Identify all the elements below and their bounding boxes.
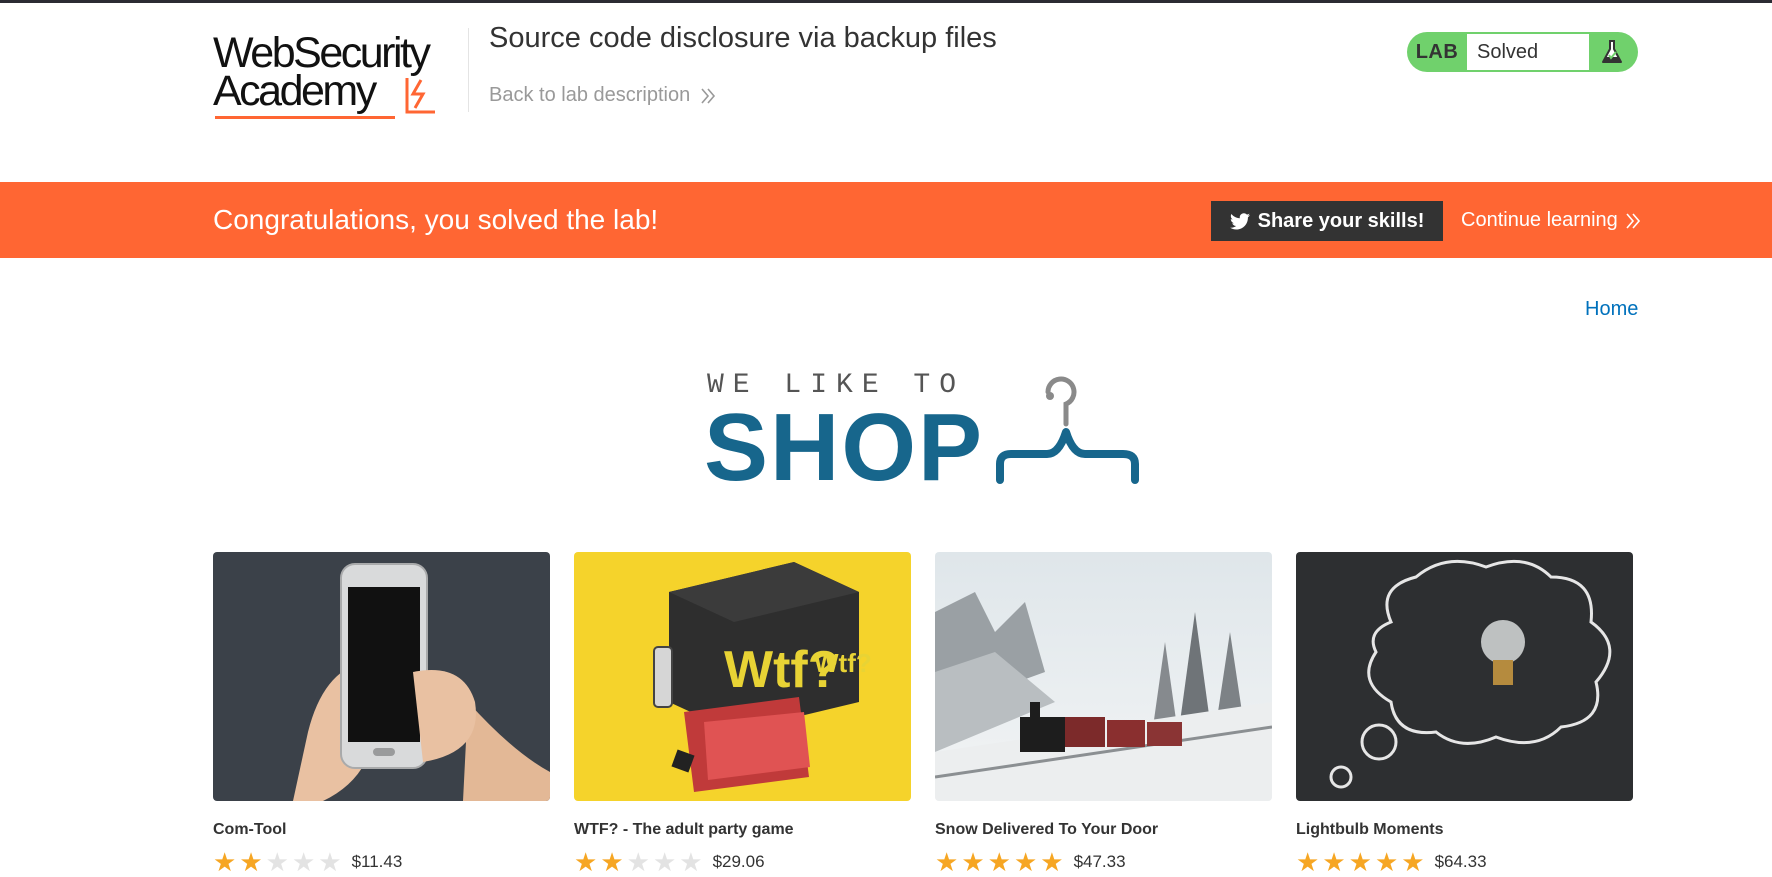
star-icon: ★	[679, 847, 703, 877]
shop-wordmark: SHOP	[704, 394, 985, 501]
star-icon: ★	[600, 847, 624, 877]
logo-text-line2: Academy	[213, 67, 377, 115]
lab-title: Source code disclosure via backup files	[489, 22, 997, 54]
product-image-com-tool[interactable]	[213, 552, 550, 801]
rating-stars: ★ ★ ★ ★ ★	[213, 849, 342, 875]
product-image-snow-train[interactable]	[935, 552, 1272, 801]
star-icon: ★	[987, 847, 1011, 877]
star-icon: ★	[652, 847, 677, 877]
star-icon: ★	[961, 847, 985, 877]
twitter-icon	[1229, 212, 1250, 229]
star-icon: ★	[626, 847, 650, 877]
star-icon: ★	[318, 847, 342, 877]
hanger-icon	[996, 376, 1139, 484]
product-card[interactable]: Wtf? Wtf? WTF? - The adult party game ★ …	[574, 552, 911, 875]
double-chevron-right-icon	[1626, 212, 1640, 229]
continue-learning-label: Continue learning	[1461, 209, 1618, 231]
product-price: $11.43	[351, 852, 403, 871]
product-name: WTF? - The adult party game	[574, 821, 794, 838]
star-icon: ★	[574, 847, 598, 877]
rating-stars: ★ ★ ★ ★ ★	[935, 849, 1064, 875]
lab-status-text: Solved	[1467, 34, 1589, 70]
double-chevron-right-icon	[701, 87, 716, 104]
congratulations-message: Congratulations, you solved the lab!	[213, 204, 659, 235]
product-price: $47.33	[1073, 852, 1126, 871]
continue-learning-link[interactable]: Continue learning	[1461, 209, 1640, 232]
rating-stars: ★ ★ ★ ★ ★	[1296, 849, 1425, 875]
share-button-label: Share your skills!	[1257, 209, 1425, 232]
star-icon: ★	[213, 847, 237, 877]
star-icon: ★	[1013, 847, 1038, 877]
product-price: $64.33	[1434, 852, 1487, 871]
lightning-bolt-icon	[405, 78, 435, 114]
product-image-wtf-game[interactable]: Wtf? Wtf?	[574, 552, 911, 801]
product-name: Snow Delivered To Your Door	[935, 821, 1159, 838]
lab-label: LAB	[1415, 40, 1459, 63]
lab-solved-banner: Congratulations, you solved the lab! Sha…	[0, 182, 1772, 258]
product-name: Lightbulb Moments	[1296, 821, 1444, 838]
product-card[interactable]: Snow Delivered To Your Door ★ ★ ★ ★ ★ $4…	[935, 552, 1272, 875]
star-icon: ★	[1401, 847, 1425, 877]
star-icon: ★	[935, 847, 959, 877]
logo-underline	[215, 116, 395, 119]
svg-text:Wtf?: Wtf?	[814, 648, 872, 678]
flask-icon	[1589, 39, 1634, 65]
back-link-label: Back to lab description	[489, 84, 691, 106]
star-icon: ★	[1374, 847, 1399, 877]
product-card[interactable]: Lightbulb Moments ★ ★ ★ ★ ★ $64.33	[1296, 552, 1633, 875]
back-to-lab-description-link[interactable]: Back to lab description	[489, 84, 716, 107]
star-icon: ★	[239, 847, 263, 877]
rating-stars: ★ ★ ★ ★ ★	[574, 849, 703, 875]
header-divider	[468, 28, 469, 112]
product-image-lightbulb[interactable]	[1296, 552, 1633, 801]
home-link[interactable]: Home	[1585, 298, 1638, 321]
star-icon: ★	[1296, 847, 1320, 877]
star-icon: ★	[265, 847, 289, 877]
star-icon: ★	[1348, 847, 1372, 877]
product-card[interactable]: Com-Tool ★ ★ ★ ★ ★ $11.43	[213, 552, 550, 875]
lab-status-badge: LAB Solved	[1407, 32, 1638, 72]
product-name: Com-Tool	[213, 821, 287, 838]
top-border	[0, 0, 1772, 3]
star-icon: ★	[1040, 847, 1064, 877]
product-price: $29.06	[712, 852, 765, 871]
web-security-academy-logo[interactable]: WebSecurity Academy	[213, 28, 463, 124]
share-skills-button[interactable]: Share your skills!	[1211, 201, 1443, 241]
star-icon: ★	[291, 847, 316, 877]
star-icon: ★	[1322, 847, 1346, 877]
